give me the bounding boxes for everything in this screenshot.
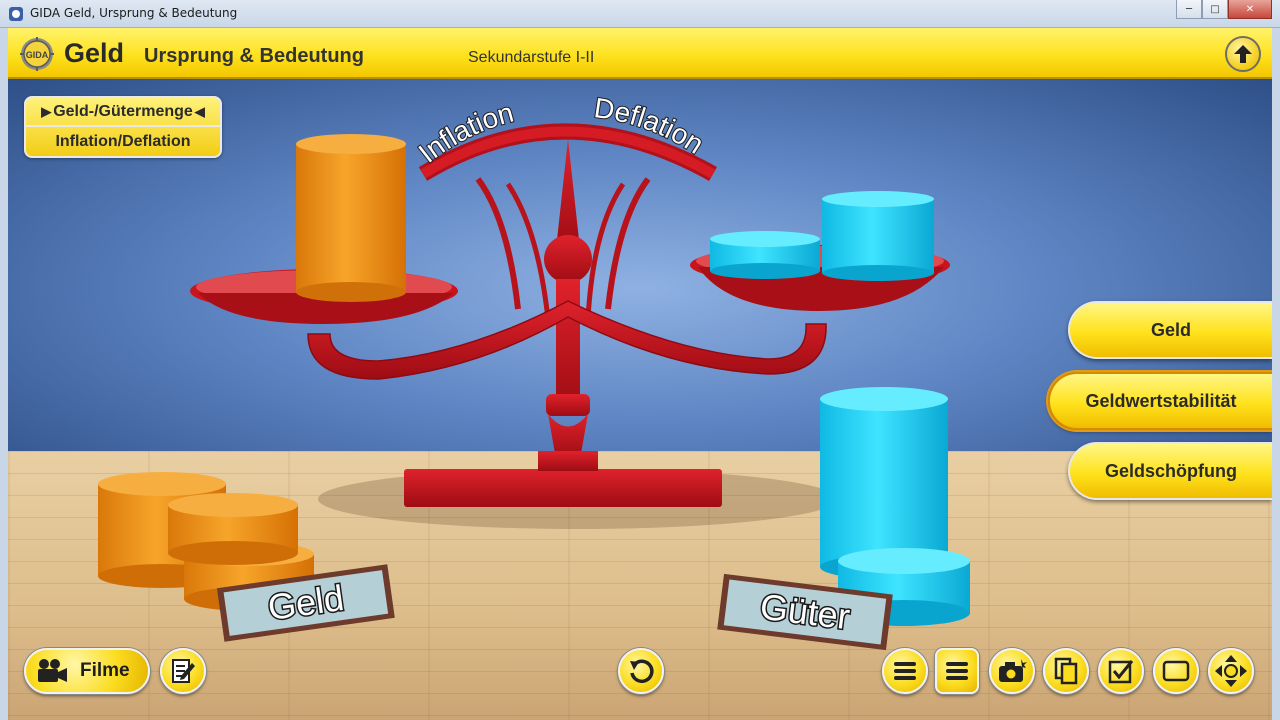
notes-button[interactable] <box>160 648 206 694</box>
triangle-left-icon: ◀ <box>194 103 205 119</box>
films-button[interactable]: Filme <box>24 648 150 694</box>
gida-logo: GIDA <box>20 37 54 71</box>
films-label: Filme <box>80 660 130 681</box>
topic-item-label: Geld-/Gütermenge <box>53 102 193 120</box>
list-menu-icon <box>946 662 968 680</box>
window-titlebar: GIDA Geld, Ursprung & Bedeutung ─ □ ✕ <box>0 0 1280 28</box>
topic-item-geld-guetermenge[interactable]: ▶ Geld-/Gütermenge ◀ <box>26 98 220 127</box>
nav-button-geld[interactable]: Geld <box>1068 301 1272 359</box>
close-button[interactable]: ✕ <box>1228 0 1272 19</box>
triangle-right-icon: ▶ <box>41 103 52 119</box>
camera-icon <box>999 659 1027 682</box>
film-camera-icon <box>38 659 67 682</box>
fullscreen-icon <box>1162 660 1190 682</box>
page-subtitle: Ursprung & Bedeutung <box>144 45 364 67</box>
topic-item-label: Inflation/Deflation <box>55 132 191 150</box>
checklist-button[interactable] <box>1098 648 1144 694</box>
topic-item-inflation-deflation[interactable]: Inflation/Deflation <box>26 127 220 156</box>
school-level: Sekundarstufe I-II <box>468 49 595 66</box>
copy-icon <box>1054 657 1078 685</box>
nav-button-geldwertstabilitaet[interactable]: Geldwertstabilität <box>1048 372 1272 430</box>
logo-text: GIDA <box>26 50 49 60</box>
checklist-icon <box>1108 660 1134 684</box>
list-button-2[interactable] <box>935 648 979 694</box>
arrow-up-icon <box>1234 45 1252 63</box>
page-title: Geld <box>64 38 125 68</box>
money-block-on-scale <box>296 134 406 302</box>
list-button-1[interactable] <box>882 648 928 694</box>
goods-blocks-on-scale <box>710 191 934 281</box>
topic-menu: ▶ Geld-/Gütermenge ◀ Inflation/Deflation <box>24 96 222 158</box>
screenshot-button[interactable] <box>989 648 1035 694</box>
copy-button[interactable] <box>1043 648 1089 694</box>
reset-button[interactable] <box>618 648 664 694</box>
fullscreen-button[interactable] <box>1153 648 1199 694</box>
navigation-pad-button[interactable] <box>1208 648 1254 694</box>
navigation-pad-icon <box>1215 655 1247 687</box>
up-button[interactable] <box>1225 36 1261 72</box>
scale-stand <box>404 139 722 507</box>
scale-scene: Inflation Deflation Geld Güter ▶ Geld-/G… <box>8 79 1272 720</box>
window-frame-left <box>0 28 8 720</box>
list-menu-icon <box>894 662 916 680</box>
maximize-button[interactable]: □ <box>1202 0 1228 19</box>
minimize-button[interactable]: ─ <box>1176 0 1202 19</box>
window-controls: ─ □ ✕ <box>1176 0 1272 20</box>
notes-icon <box>172 659 195 683</box>
app-icon <box>9 7 23 21</box>
window-title: GIDA Geld, Ursprung & Bedeutung <box>30 6 238 20</box>
window-frame-right <box>1272 28 1280 720</box>
app-header: GIDA Geld Ursprung & Bedeutung Sekundars… <box>8 28 1272 79</box>
nav-button-geldschoepfung[interactable]: Geldschöpfung <box>1068 442 1272 500</box>
reset-icon <box>630 659 654 683</box>
